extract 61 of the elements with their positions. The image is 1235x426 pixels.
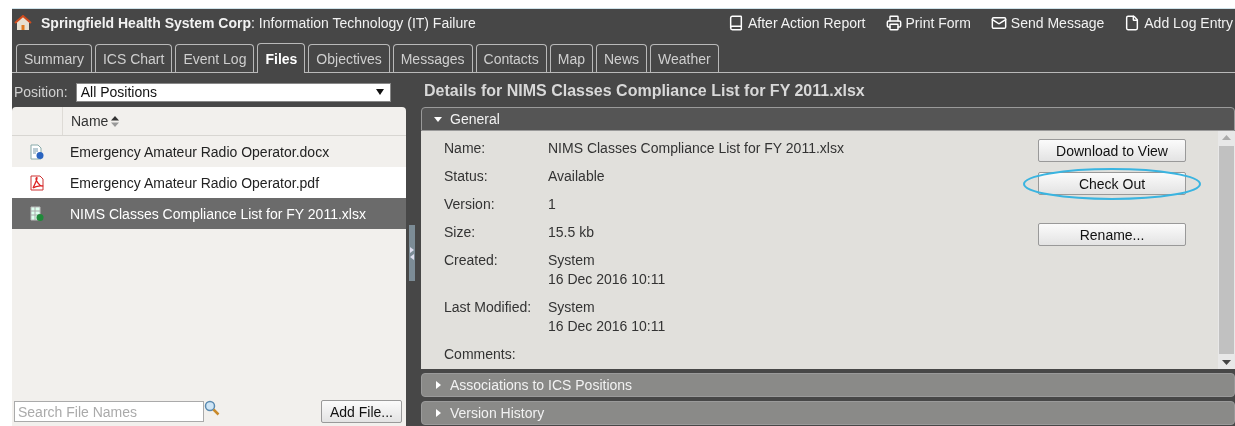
field-value: System [548, 298, 596, 317]
dropdown-arrow-icon [375, 89, 384, 95]
action-button[interactable]: Download to View [1038, 139, 1186, 162]
envelope-icon [990, 14, 1007, 31]
section-header[interactable]: General [421, 107, 1235, 131]
tab[interactable]: Map [549, 44, 593, 72]
collapse-arrows-icon [410, 245, 414, 261]
field-value: 15.5 kb [548, 223, 594, 242]
header-action-link[interactable]: Add Log Entry [1124, 14, 1233, 31]
field-value: 1 [548, 195, 556, 214]
tab[interactable]: ICS Chart [94, 44, 173, 72]
field-label: Created: [444, 251, 499, 270]
scrollbar-thumb[interactable] [1219, 146, 1234, 354]
name-column-header[interactable]: Name [63, 113, 120, 129]
pdf-file-icon [30, 174, 44, 191]
word-file-icon [30, 143, 44, 160]
caret-right-icon [434, 409, 442, 417]
printer-icon [885, 14, 902, 31]
field-label: Comments: [444, 345, 517, 364]
field-label: Version: [444, 195, 496, 214]
file-row[interactable]: Emergency Amateur Radio Operator.pdf [12, 167, 406, 198]
header-action-link[interactable]: Print Form [885, 14, 971, 31]
tab[interactable]: Summary [16, 44, 92, 72]
search-field[interactable]: Search File Names [14, 401, 204, 422]
action-button[interactable]: Check Out [1038, 172, 1186, 195]
incident-title: Springfield Health System Corp: Information Technology (IT) Failure [41, 14, 477, 31]
header-action-link[interactable]: Send Message [990, 14, 1105, 31]
tab[interactable]: Messages [392, 44, 473, 72]
search-icon[interactable] [204, 399, 220, 416]
book-icon [728, 14, 744, 31]
field-label: Last Modified: [444, 298, 533, 317]
file-row[interactable]: NIMS Classes Compliance List for FY 2011.xlsx [12, 198, 406, 229]
field-value: 16 Dec 2016 10:11 [548, 270, 666, 289]
header-action-link[interactable]: After Action Report [728, 14, 866, 31]
home-icon[interactable] [14, 14, 32, 31]
splitter-handle[interactable] [409, 225, 415, 281]
action-button[interactable]: Rename... [1038, 223, 1186, 246]
sort-icon [111, 115, 120, 127]
spreadsheet-file-icon [30, 205, 44, 222]
caret-down-icon [434, 115, 442, 123]
tab[interactable]: Weather [650, 44, 719, 72]
field-value: 16 Dec 2016 10:11 [548, 317, 666, 336]
tab[interactable]: News [596, 44, 647, 72]
scroll-up-icon[interactable] [1222, 135, 1231, 140]
field-label: Size: [444, 223, 477, 242]
tab[interactable]: Files [257, 43, 306, 73]
tab[interactable]: Objectives [308, 44, 390, 72]
field-label: Name: [444, 139, 487, 158]
scroll-down-icon[interactable] [1222, 360, 1231, 365]
add-file-button[interactable]: Add File... [320, 400, 402, 423]
document-icon [1124, 14, 1141, 31]
field-value: NIMS Classes Compliance List for FY 2011.xlsx [548, 139, 844, 158]
field-value: Available [548, 167, 605, 186]
field-label: Status: [444, 167, 489, 186]
details-title: Details for NIMS Classes Compliance List for FY 2011.xlsx [423, 81, 866, 101]
tab[interactable]: Contacts [475, 44, 547, 72]
position-select[interactable]: All Positions [75, 82, 391, 102]
tab[interactable]: Event Log [175, 44, 255, 72]
position-label: Position: [14, 84, 68, 100]
field-value: System [548, 251, 596, 270]
caret-right-icon [434, 381, 442, 389]
